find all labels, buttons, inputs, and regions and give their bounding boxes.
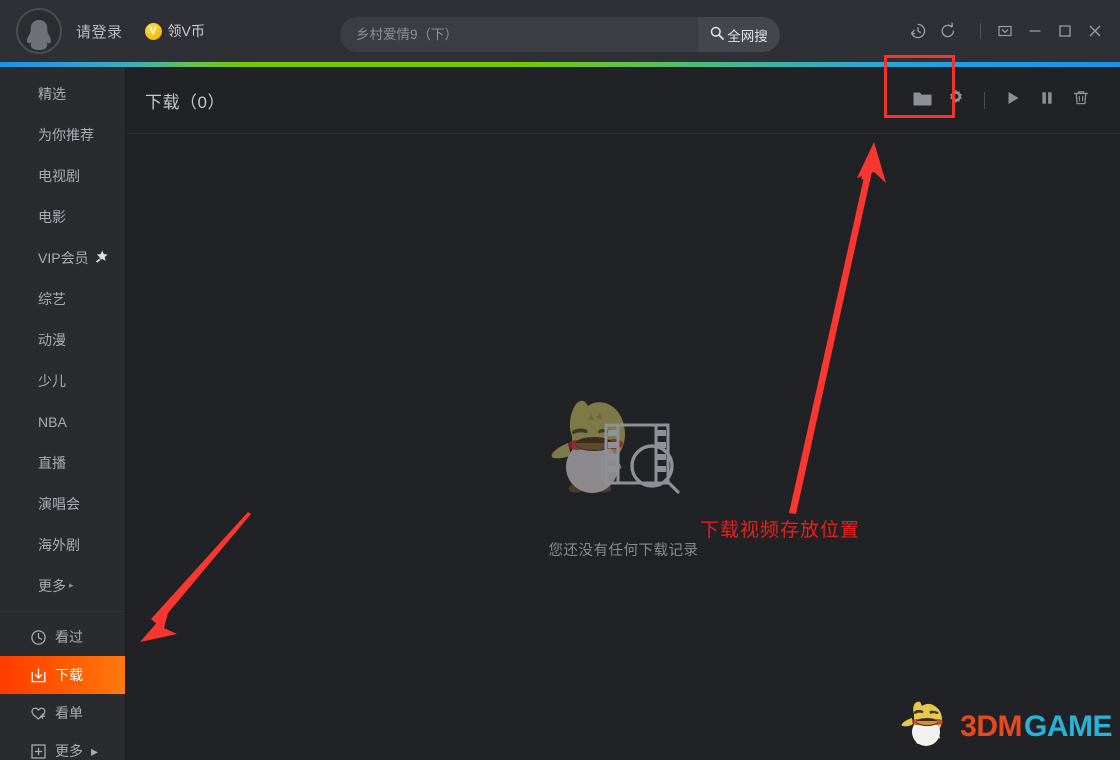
sidebar-item-variety[interactable]: 综艺	[0, 278, 125, 319]
trash-icon	[1072, 89, 1090, 112]
sidebar-category-list: 精选 为你推荐 电视剧 电影 VIP会员 综艺 动漫 少儿 NBA 直播 演唱会…	[0, 67, 125, 606]
sidebar-item-download[interactable]: 下载	[0, 656, 125, 694]
sidebar-item-label: 更多	[38, 577, 66, 594]
sidebar-item-tv-series[interactable]: 电视剧	[0, 155, 125, 196]
sidebar-item-label: NBA	[38, 413, 67, 430]
sidebar-item-label: 更多	[55, 743, 83, 759]
sidebar-library-list: 看过 下载 看单 更多 ▸	[0, 612, 125, 760]
sidebar-item-nba[interactable]: NBA	[0, 401, 125, 442]
vcoin-button[interactable]: V 领V币	[144, 21, 205, 41]
pause-all-button[interactable]	[1030, 86, 1064, 116]
pause-icon	[1038, 89, 1056, 112]
sidebar-item-label: 看过	[55, 629, 83, 645]
sidebar-item-label: 电视剧	[38, 167, 80, 184]
sidebar-item-label: 综艺	[38, 290, 66, 307]
sidebar-item-more-tools[interactable]: 更多 ▸	[0, 732, 125, 760]
sidebar-item-recommend[interactable]: 为你推荐	[0, 114, 125, 155]
avatar[interactable]	[16, 8, 62, 54]
search-button-label: 全网搜	[727, 28, 768, 44]
sidebar-item-vip[interactable]: VIP会员	[0, 237, 125, 278]
heart-plus-icon	[30, 705, 47, 722]
sidebar-item-more[interactable]: 更多 ▸	[0, 565, 125, 606]
settings-button[interactable]	[939, 86, 973, 116]
sidebar: 精选 为你推荐 电视剧 电影 VIP会员 综艺 动漫 少儿 NBA 直播 演唱会…	[0, 67, 126, 760]
download-page-header: 下载（0）	[127, 54, 1120, 134]
minimize-icon[interactable]	[1020, 14, 1050, 48]
search-input[interactable]	[340, 17, 698, 52]
sidebar-item-label: 下载	[55, 667, 83, 683]
sidebar-item-movies[interactable]: 电影	[0, 196, 125, 237]
maximize-icon[interactable]	[1050, 14, 1080, 48]
vcoin-label: 领V币	[167, 23, 205, 39]
chevron-right-icon: ▸	[91, 742, 99, 759]
search-bar: 全网搜	[340, 17, 780, 52]
refresh-icon[interactable]	[933, 14, 963, 48]
sidebar-item-label: 精选	[38, 85, 66, 102]
login-link[interactable]: 请登录	[76, 21, 123, 42]
folder-icon	[912, 89, 933, 113]
history-icon[interactable]	[903, 14, 933, 48]
application-window: 请登录 V 领V币 全网搜	[0, 0, 1120, 760]
sidebar-item-kids[interactable]: 少儿	[0, 360, 125, 401]
sidebar-item-label: 少儿	[38, 372, 66, 389]
sidebar-item-label: 直播	[38, 454, 66, 471]
penguin-with-filmstrip-magnifier-icon	[544, 389, 704, 509]
plus-box-icon	[30, 743, 47, 760]
watermark-text-secondary: GAME	[1024, 709, 1113, 743]
open-folder-button[interactable]	[905, 86, 939, 116]
sidebar-item-anime[interactable]: 动漫	[0, 319, 125, 360]
window-controls	[903, 0, 1110, 62]
sidebar-item-watchlist[interactable]: 看单	[0, 694, 125, 732]
main-content: 下载（0） 您还没有任何下载记录	[127, 54, 1120, 760]
gear-icon	[947, 89, 965, 112]
sidebar-item-label: 演唱会	[38, 495, 80, 512]
sidebar-item-label: 电影	[38, 208, 66, 225]
search-button[interactable]: 全网搜	[698, 17, 780, 52]
sidebar-item-label: 海外剧	[38, 536, 80, 553]
titlebar: 请登录 V 领V币 全网搜	[0, 0, 1120, 62]
empty-download-state: 您还没有任何下载记录	[127, 134, 1120, 760]
sidebar-item-label: 为你推荐	[38, 126, 94, 143]
page-title: 下载（0）	[145, 92, 225, 112]
minimize-to-tray-icon[interactable]	[990, 14, 1020, 48]
close-icon[interactable]	[1080, 14, 1110, 48]
history-clock-icon	[30, 629, 47, 646]
sidebar-item-watched[interactable]: 看过	[0, 618, 125, 656]
3dmgame-penguin-icon	[900, 701, 958, 752]
v-coin-icon: V	[144, 22, 162, 40]
open-folder-wrapper	[884, 54, 955, 118]
empty-state-text: 您还没有任何下载记录	[548, 543, 699, 559]
sidebar-item-overseas[interactable]: 海外剧	[0, 524, 125, 565]
play-icon	[1004, 89, 1022, 112]
window-controls-divider	[980, 23, 981, 39]
watermark: 3DM GAME	[900, 701, 1113, 752]
sidebar-item-label: 动漫	[38, 331, 66, 348]
download-icon	[30, 667, 47, 684]
toolbar-divider	[984, 92, 985, 109]
sidebar-item-live[interactable]: 直播	[0, 442, 125, 483]
sidebar-item-label: 看单	[55, 705, 83, 721]
watermark-text-primary: 3DM	[960, 709, 1022, 743]
sidebar-item-label: VIP会员	[38, 249, 89, 266]
delete-all-button[interactable]	[1064, 86, 1098, 116]
vip-star-badge-icon	[94, 250, 110, 265]
sidebar-item-jingxuan[interactable]: 精选	[0, 73, 125, 114]
sidebar-item-concert[interactable]: 演唱会	[0, 483, 125, 524]
download-toolbar	[884, 54, 1098, 134]
chevron-right-icon: ▸	[69, 580, 74, 590]
qq-penguin-avatar-icon	[24, 18, 54, 52]
start-all-button[interactable]	[996, 86, 1030, 116]
search-icon	[710, 26, 725, 43]
